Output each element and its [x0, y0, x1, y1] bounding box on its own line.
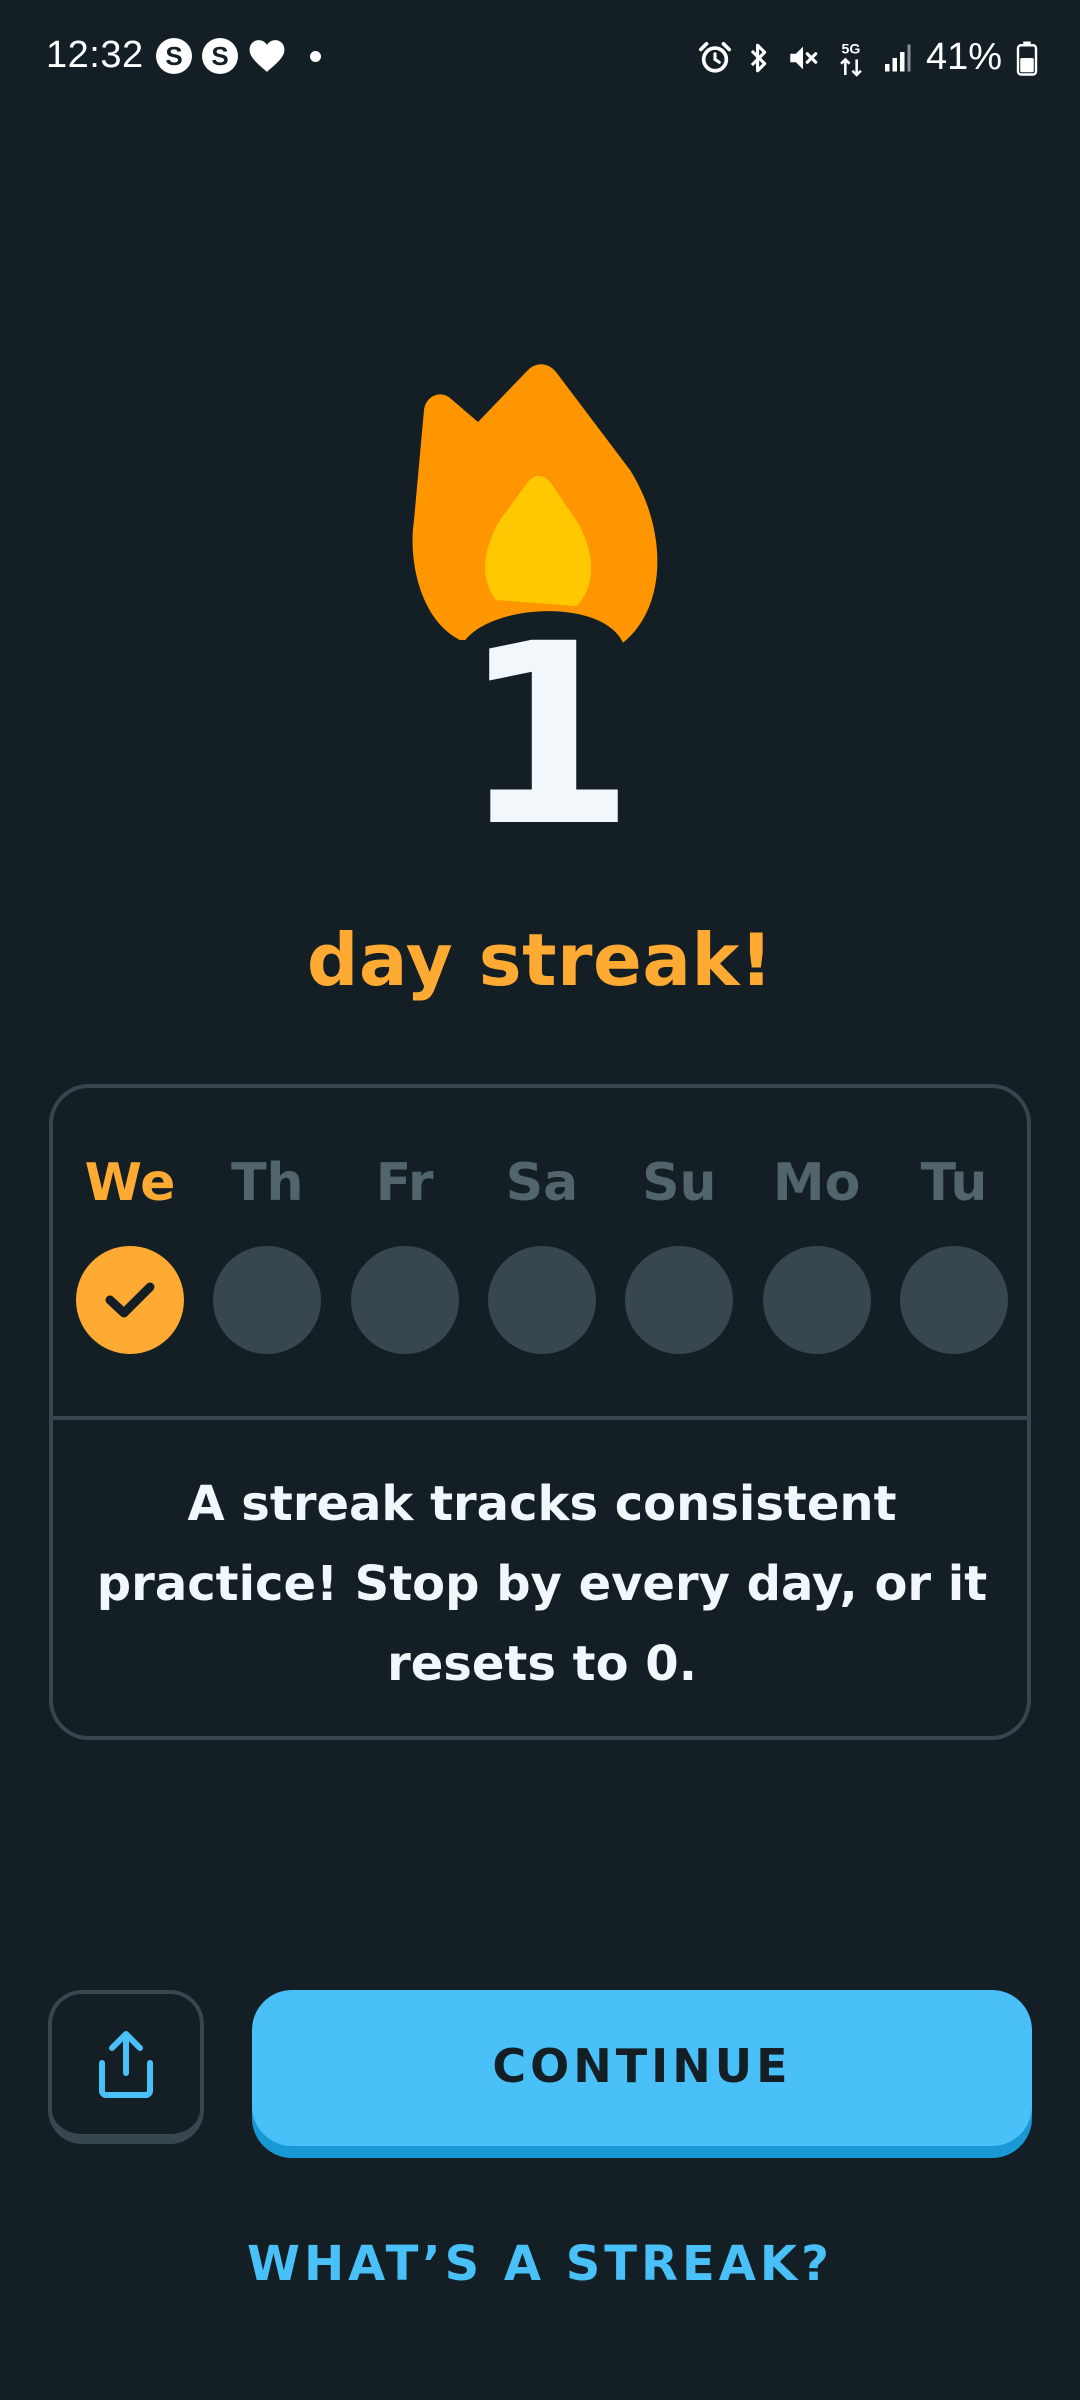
day-friday: Fr [350, 1148, 460, 1354]
checkmark-icon [105, 1282, 155, 1318]
week-streak-card: We Th Fr Sa Su Mo Tu A streak tracks con… [49, 1084, 1031, 1740]
battery-percent: 41% [925, 36, 1002, 78]
network-type: 5G [841, 41, 860, 57]
day-label: Su [642, 1153, 717, 1213]
more-notifications-dot-icon [310, 50, 321, 62]
day-sunday: Su [624, 1148, 734, 1354]
alarm-icon [698, 41, 731, 73]
streak-description: A streak tracks consistent practice! Sto… [96, 1476, 988, 1692]
heart-icon [249, 40, 285, 72]
streak-flame-graphic: 1 [400, 360, 680, 840]
system-status-icons: 5G 41% [698, 36, 1038, 79]
day-label: Mo [772, 1153, 861, 1213]
day-wednesday: We [75, 1148, 185, 1354]
streak-title: day streak! [306, 918, 774, 1002]
signal-icon [884, 44, 911, 71]
share-button[interactable] [48, 1990, 204, 2144]
continue-button[interactable]: CONTINUE [252, 1990, 1032, 2146]
day-label: Th [231, 1153, 304, 1213]
day-label: Tu [920, 1153, 988, 1213]
day-pending-indicator [762, 1246, 871, 1354]
share-icon [99, 2031, 153, 2098]
day-monday: Mo [762, 1148, 872, 1354]
streak-count: 1 [461, 590, 635, 840]
battery-icon [1016, 41, 1038, 76]
day-completed-indicator [76, 1246, 184, 1354]
day-thursday: Th [212, 1148, 322, 1354]
week-days-row: We Th Fr Sa Su Mo Tu [75, 1148, 1009, 1354]
day-tuesday: Tu [899, 1148, 1009, 1354]
mute-icon [790, 46, 818, 69]
day-pending-indicator [350, 1246, 459, 1354]
day-pending-indicator [213, 1246, 322, 1354]
skype-notification-icon: S [156, 38, 192, 74]
card-divider [49, 1416, 1031, 1420]
day-label: Fr [375, 1153, 434, 1213]
day-pending-indicator [487, 1246, 596, 1354]
status-time: 12:32 [46, 34, 144, 76]
status-bar: 12:32 S S 5G 41% [0, 0, 1080, 120]
flame-icon: 1 [412, 364, 658, 840]
notification-icons: S S [156, 38, 321, 74]
day-saturday: Sa [487, 1148, 597, 1354]
5g-icon: 5G [840, 41, 862, 77]
day-pending-indicator [899, 1246, 1008, 1354]
skype-notification-icon: S [202, 38, 238, 74]
day-pending-indicator [625, 1246, 734, 1354]
bluetooth-icon [750, 43, 767, 72]
day-label: We [84, 1153, 176, 1213]
streak-screen: 12:32 S S 5G 41% 1 day streak! We Th Fr … [0, 0, 1080, 2400]
whats-a-streak-link[interactable]: WHAT’S A STREAK? [0, 2236, 1080, 2292]
day-label: Sa [505, 1153, 579, 1213]
